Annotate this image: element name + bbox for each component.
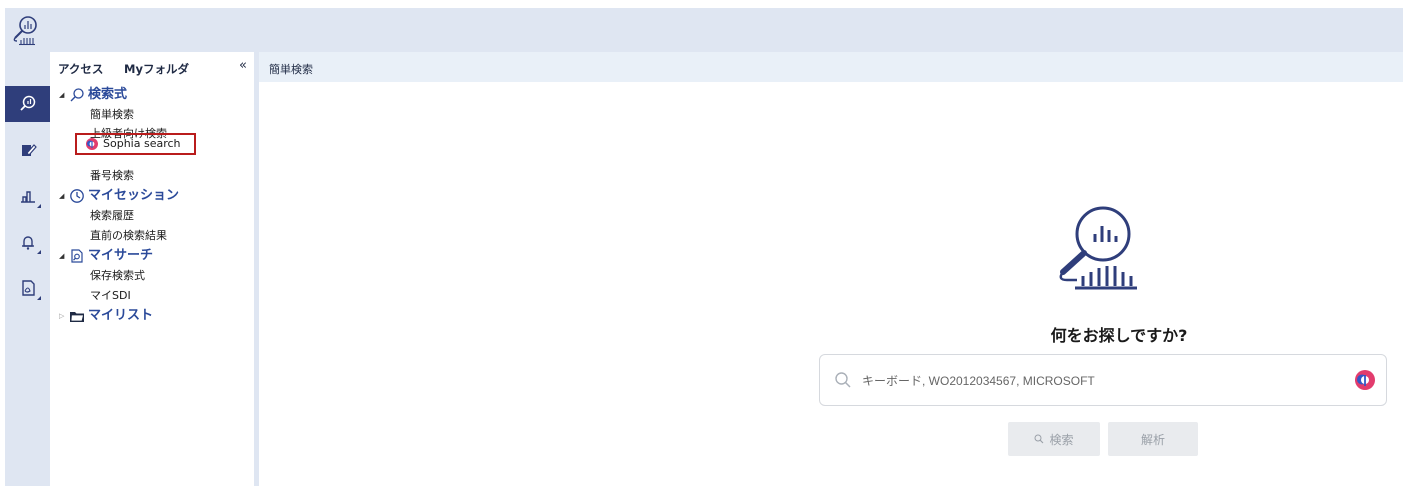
tree-group-my-search[interactable]: ◢ マイサーチ <box>50 246 254 266</box>
logo-icon[interactable] <box>11 14 41 46</box>
tree-group-label: マイセッション <box>88 188 180 203</box>
search-input[interactable] <box>862 367 1332 395</box>
tree-item-sophia-search[interactable]: Sophia search <box>75 133 196 155</box>
tree-group-label: マイリスト <box>88 308 154 323</box>
collapsed-triangle-icon[interactable]: ▷ <box>59 306 64 326</box>
main-content: 簡単検索 何をお探しですか? キーボード, WO2012034567, MICR… <box>259 52 1403 486</box>
search-icon <box>70 88 84 102</box>
chart-icon <box>20 191 35 203</box>
clock-icon <box>70 189 84 203</box>
navigation-panel: アクセス Myフォルダ « ◢ 検索式 簡単検索 上級者向け検索 Sophia … <box>50 52 254 486</box>
bell-icon <box>21 236 34 250</box>
expand-triangle-icon[interactable]: ◢ <box>59 246 64 266</box>
search-icon <box>835 372 851 388</box>
tree-group-label: 検索式 <box>88 87 128 102</box>
rail-document-button[interactable] <box>5 270 50 306</box>
analyze-button-label: 解析 <box>1140 432 1165 447</box>
expand-triangle-icon[interactable]: ◢ <box>59 186 64 206</box>
search-box <box>819 354 1387 406</box>
sophia-logo-icon[interactable] <box>1354 369 1376 391</box>
submenu-indicator <box>37 204 41 208</box>
search-button[interactable]: 検索 <box>1008 422 1100 456</box>
main-tab-bar: 簡単検索 <box>259 52 1403 82</box>
submenu-indicator <box>37 296 41 300</box>
search-prompt-heading: 何をお探しですか? <box>1050 326 1188 345</box>
tree-item-saved-queries[interactable]: 保存検索式 <box>50 266 254 286</box>
document-icon <box>21 280 35 296</box>
app-window: アクセス Myフォルダ « ◢ 検索式 簡単検索 上級者向け検索 Sophia … <box>5 8 1403 486</box>
tree-item-previous-results[interactable]: 直前の検索結果 <box>50 226 254 246</box>
collapse-panel-button[interactable]: « <box>239 58 247 73</box>
analyze-button[interactable]: 解析 <box>1108 422 1198 456</box>
search-icon <box>1034 434 1044 444</box>
tab-access[interactable]: アクセス <box>58 61 103 77</box>
tree-item-my-sdi[interactable]: マイSDI <box>50 286 254 306</box>
patent-search-illustration-icon <box>1059 206 1137 290</box>
rail-notification-button[interactable] <box>5 224 50 260</box>
sophia-logo-icon <box>86 138 98 150</box>
folder-icon <box>70 312 85 322</box>
tab-simple-search[interactable]: 簡単検索 <box>269 61 313 77</box>
search-icon <box>19 95 35 111</box>
tree-group-my-list[interactable]: ▷ マイリスト <box>50 306 254 326</box>
tree-item-number-search[interactable]: 番号検索 <box>50 166 254 186</box>
tree-item-simple-search[interactable]: 簡単検索 <box>50 105 254 125</box>
tab-my-folder[interactable]: Myフォルダ <box>124 61 189 77</box>
rail-search-button[interactable] <box>5 86 50 122</box>
saved-search-icon <box>71 249 83 263</box>
icon-rail <box>5 52 50 486</box>
rail-chart-button[interactable] <box>5 178 50 214</box>
submenu-indicator <box>37 250 41 254</box>
panel-tabs: アクセス Myフォルダ « <box>50 52 254 82</box>
tree-group-search-queries[interactable]: ◢ 検索式 <box>50 85 254 105</box>
edit-icon <box>21 144 37 156</box>
tree-item-search-history[interactable]: 検索履歴 <box>50 206 254 226</box>
tree-group-my-session[interactable]: ◢ マイセッション <box>50 186 254 206</box>
tree-group-label: マイサーチ <box>88 248 154 263</box>
top-bar <box>5 8 1403 52</box>
search-button-label: 検索 <box>1049 432 1074 447</box>
rail-edit-button[interactable] <box>5 132 50 168</box>
expand-triangle-icon[interactable]: ◢ <box>59 85 64 105</box>
